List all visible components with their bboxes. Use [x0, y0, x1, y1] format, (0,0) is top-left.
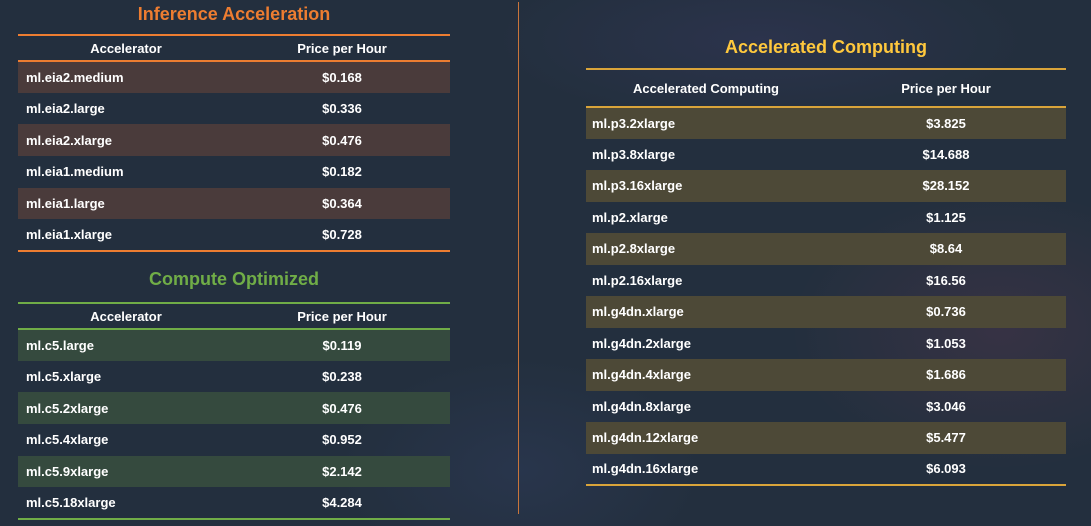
column-header-price: Price per Hour — [297, 40, 387, 56]
table-row: ml.p3.8xlarge $14.688 — [586, 139, 1066, 171]
instance-price: $3.046 — [926, 398, 966, 414]
table-row: ml.g4dn.4xlarge $1.686 — [586, 359, 1066, 391]
table-row: ml.c5.9xlarge $2.142 — [18, 455, 450, 488]
instance-price: $2.142 — [322, 464, 362, 480]
instance-price: $0.238 — [322, 369, 362, 385]
table-header-row: Accelerated Computing Price per Hour — [586, 69, 1066, 107]
table-row: ml.g4dn.2xlarge $1.053 — [586, 328, 1066, 360]
instance-price: $1.125 — [926, 209, 966, 225]
instance-name: ml.c5.18xlarge — [26, 495, 116, 511]
column-header-price: Price per Hour — [901, 80, 991, 96]
compute-optimized-table: Accelerator Price per Hour ml.c5.large $0… — [18, 302, 450, 521]
instance-name: ml.c5.9xlarge — [26, 464, 109, 480]
instance-name: ml.p2.8xlarge — [592, 241, 676, 257]
instance-price: $6.093 — [926, 461, 966, 477]
table-row: ml.eia2.medium $0.168 — [18, 61, 450, 93]
instance-name: ml.eia1.xlarge — [26, 227, 112, 243]
inference-acceleration-table: Accelerator Price per Hour ml.eia2.mediu… — [18, 34, 450, 253]
accelerated-computing-table: Accelerated Computing Price per Hour ml.… — [586, 68, 1066, 486]
instance-price: $0.728 — [322, 227, 362, 243]
table-row: ml.eia2.large $0.336 — [18, 93, 450, 125]
accelerated-computing-title: Accelerated Computing — [724, 37, 928, 57]
instance-name: ml.eia1.large — [26, 196, 105, 212]
instance-name: ml.eia2.medium — [26, 69, 124, 85]
instance-name: ml.g4dn.12xlarge — [592, 430, 699, 446]
table-row: ml.eia2.xlarge $0.476 — [18, 124, 450, 157]
instance-price: $0.168 — [322, 69, 362, 85]
table-row: ml.eia1.xlarge $0.728 — [18, 219, 450, 251]
instance-price: $1.686 — [926, 367, 966, 383]
table-row: ml.eia1.medium $0.182 — [18, 156, 450, 188]
instance-name: ml.c5.large — [26, 337, 94, 353]
instance-name: ml.p2.xlarge — [592, 209, 668, 225]
instance-price: $28.152 — [922, 178, 970, 194]
instance-price: $0.476 — [322, 400, 362, 416]
instance-name: ml.g4dn.xlarge — [592, 304, 684, 320]
instance-price: $3.825 — [926, 115, 966, 131]
table-row: ml.g4dn.8xlarge $3.046 — [586, 391, 1066, 423]
instance-name: ml.p2.16xlarge — [592, 272, 683, 288]
table-row: ml.g4dn.xlarge $0.736 — [586, 296, 1066, 328]
instance-name: ml.c5.4xlarge — [26, 432, 109, 448]
instance-price: $0.736 — [926, 304, 966, 320]
column-divider — [518, 2, 519, 514]
instance-name: ml.p3.8xlarge — [592, 146, 676, 162]
inference-acceleration-title: Inference Acceleration — [137, 4, 331, 24]
instance-name: ml.eia2.large — [26, 101, 105, 117]
column-header-accelerated-computing: Accelerated Computing — [633, 80, 779, 96]
instance-name: ml.eia2.xlarge — [26, 132, 112, 148]
instance-price: $5.477 — [926, 430, 966, 446]
table-row: ml.c5.large $0.119 — [18, 329, 450, 361]
compute-optimized-title: Compute Optimized — [149, 269, 319, 289]
instance-name: ml.c5.2xlarge — [26, 400, 109, 416]
table-header-row: Accelerator Price per Hour — [18, 35, 450, 61]
instance-name: ml.c5.xlarge — [26, 369, 102, 385]
instance-price: $0.119 — [322, 337, 362, 353]
table-row: ml.p2.8xlarge $8.64 — [586, 233, 1066, 265]
instance-price: $0.336 — [322, 101, 362, 117]
instance-price: $0.952 — [322, 432, 362, 448]
instance-name: ml.p3.16xlarge — [592, 178, 683, 194]
table-row: ml.p2.16xlarge $16.56 — [586, 265, 1066, 297]
instance-price: $0.182 — [322, 164, 362, 180]
column-header-price: Price per Hour — [297, 308, 387, 324]
instance-price: $4.284 — [322, 495, 362, 511]
table-row: ml.c5.4xlarge $0.952 — [18, 424, 450, 456]
table-row: ml.c5.xlarge $0.238 — [18, 361, 450, 393]
instance-name: ml.eia1.medium — [26, 164, 124, 180]
instance-name: ml.p3.2xlarge — [592, 115, 676, 131]
table-row: ml.p3.16xlarge $28.152 — [586, 170, 1066, 202]
instance-price: $0.476 — [322, 132, 362, 148]
instance-price: $1.053 — [926, 335, 966, 351]
instance-name: ml.g4dn.16xlarge — [592, 461, 699, 477]
instance-price: $16.56 — [926, 272, 966, 288]
instance-name: ml.g4dn.2xlarge — [592, 335, 691, 351]
table-row: ml.p2.xlarge $1.125 — [586, 202, 1066, 234]
column-header-accelerator: Accelerator — [90, 308, 162, 324]
table-row: ml.p3.2xlarge $3.825 — [586, 107, 1066, 139]
table-row: ml.g4dn.16xlarge $6.093 — [586, 454, 1066, 486]
column-header-accelerator: Accelerator — [90, 40, 162, 56]
instance-name: ml.g4dn.8xlarge — [592, 398, 691, 414]
table-row: ml.eia1.large $0.364 — [18, 187, 450, 220]
instance-price: $0.364 — [322, 196, 362, 212]
instance-price: $8.64 — [929, 241, 963, 257]
instance-price: $14.688 — [922, 146, 970, 162]
table-row: ml.c5.18xlarge $4.284 — [18, 487, 450, 519]
table-row: ml.c5.2xlarge $0.476 — [18, 392, 450, 425]
table-row: ml.g4dn.12xlarge $5.477 — [586, 422, 1066, 454]
table-header-row: Accelerator Price per Hour — [18, 303, 450, 329]
instance-name: ml.g4dn.4xlarge — [592, 367, 691, 383]
